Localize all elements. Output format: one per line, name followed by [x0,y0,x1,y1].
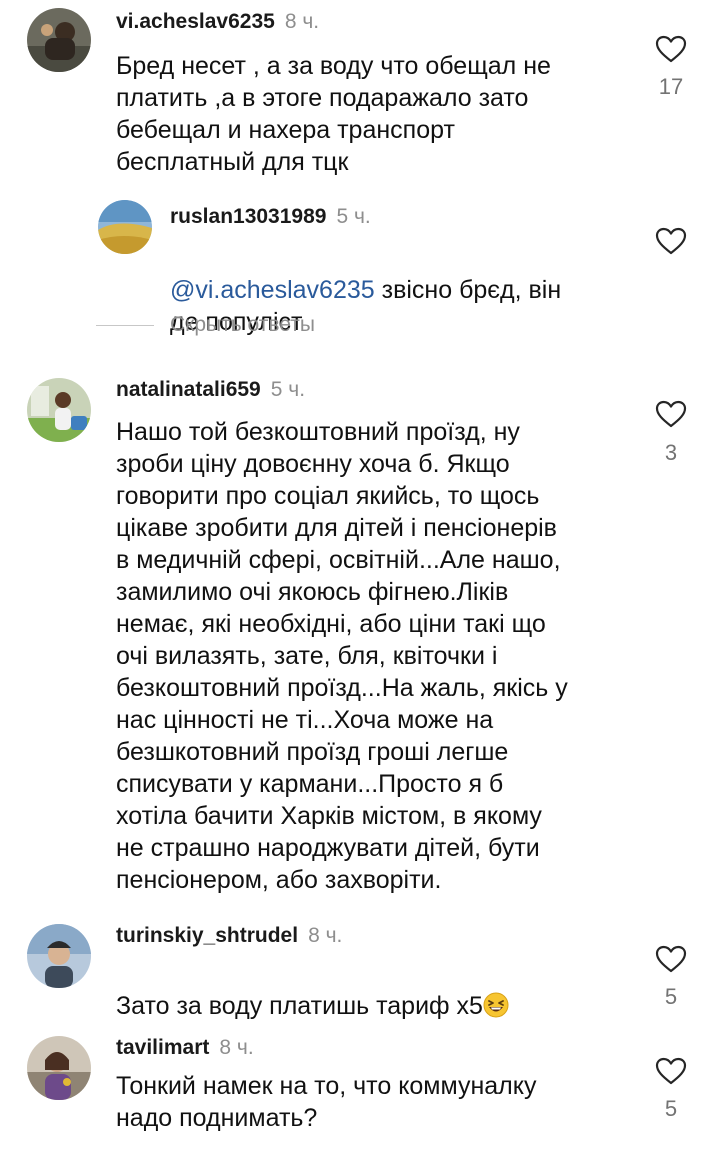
comment-text: Нашо той безкоштовний проїзд, ну зроби ц… [116,418,568,894]
like-count: 17 [658,74,684,99]
comment-item: vi.acheslav6235 8 ч. Бред несет , а за во… [0,0,720,200]
grinning-squinting-face-emoji [483,992,509,1018]
comment-meta: turinskiy_shtrudel 8 ч. [116,923,342,949]
comment-text: Тонкий намек на то, что коммуналку надо … [116,1072,537,1132]
comment-meta: natalinatali659 5 ч. [116,377,305,403]
heart-outline-icon[interactable] [655,944,687,974]
like-count: 5 [664,1096,678,1121]
like-count: 5 [664,984,678,1009]
reply-item: ruslan13031989 5 ч. @vi.acheslav6235 звіс… [0,195,720,345]
comment-item: turinskiy_shtrudel 8 ч. Зато за воду плат… [0,920,720,1020]
username[interactable]: natalinatali659 [116,378,261,401]
comment-text-content: Зато за воду платишь тариф х5 [116,992,483,1020]
comment-text: Зато за воду платишь тариф х5 [116,958,646,1022]
username[interactable]: tavilimart [116,1036,209,1059]
mention-link[interactable]: @vi.acheslav6235 [170,276,375,304]
avatar[interactable] [98,200,152,254]
reply-meta: ruslan13031989 5 ч. [170,204,371,230]
avatar[interactable] [27,924,91,988]
heart-outline-icon[interactable] [655,1056,687,1086]
timestamp: 8 ч. [284,10,320,33]
timestamp: 5 ч. [270,378,306,401]
avatar[interactable] [27,378,91,442]
hide-replies-button[interactable]: Скрыть ответы [170,312,315,338]
comment-meta: vi.acheslav6235 8 ч. [116,9,319,35]
hide-replies-divider [96,325,154,326]
comment-item: natalinatali659 5 ч. Нашо той безкоштовни… [0,372,720,902]
username[interactable]: turinskiy_shtrudel [116,924,298,947]
comment-text: Бред несет , а за воду что обещал не пла… [116,52,551,176]
timestamp: 8 ч. [308,924,343,947]
avatar[interactable] [27,1036,91,1100]
heart-outline-icon[interactable] [655,399,687,429]
heart-outline-icon[interactable] [655,34,687,64]
username[interactable]: ruslan13031989 [170,205,326,228]
like-count: 3 [664,440,678,465]
avatar[interactable] [27,8,91,72]
heart-outline-icon[interactable] [655,226,687,256]
reply-text-line1: звісно брєд, він [374,276,562,304]
username[interactable]: vi.acheslav6235 [116,10,275,33]
comment-meta: tavilimart 8 ч. [116,1035,254,1061]
timestamp: 5 ч. [336,205,371,228]
comment-item: tavilimart 8 ч. Тонкий намек на то, что к… [0,1032,720,1153]
timestamp: 8 ч. [219,1036,254,1059]
